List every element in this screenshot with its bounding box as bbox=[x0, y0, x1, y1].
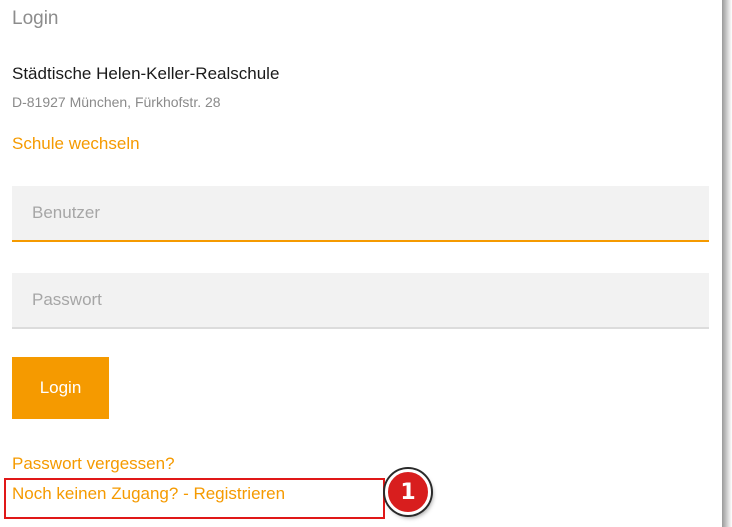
username-input[interactable] bbox=[12, 186, 709, 242]
window-shadow-edge bbox=[722, 0, 732, 527]
register-highlight-box bbox=[4, 478, 385, 519]
forgot-password-link[interactable]: Passwort vergessen? bbox=[12, 454, 175, 474]
school-address: D-81927 München, Fürkhofstr. 28 bbox=[12, 94, 221, 110]
school-name: Städtische Helen-Keller-Realschule bbox=[12, 64, 280, 83]
password-input[interactable] bbox=[12, 273, 709, 329]
callout-badge: 1 bbox=[385, 469, 431, 515]
page-title: Login bbox=[12, 8, 59, 29]
login-button[interactable]: Login bbox=[12, 357, 109, 419]
login-panel: Login Städtische Helen-Keller-Realschule… bbox=[0, 0, 722, 527]
change-school-link[interactable]: Schule wechseln bbox=[12, 134, 140, 154]
